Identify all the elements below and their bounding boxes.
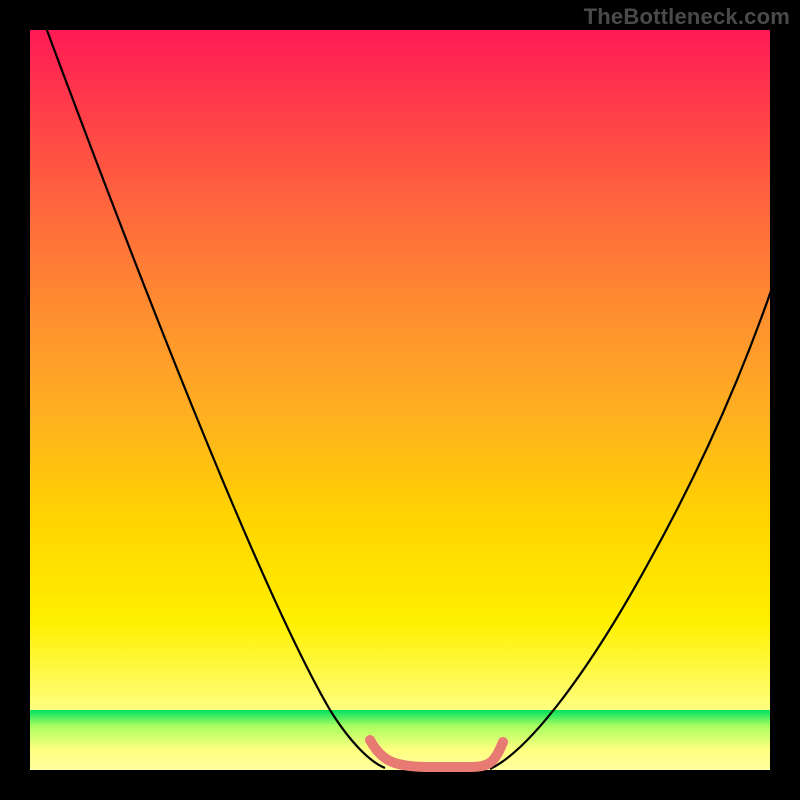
chart-frame: TheBottleneck.com [0, 0, 800, 800]
right-curve [490, 288, 772, 769]
curve-layer [30, 30, 770, 770]
watermark-text: TheBottleneck.com [584, 4, 790, 30]
trough-highlight [370, 740, 503, 767]
left-curve [45, 25, 385, 768]
plot-area [30, 30, 770, 770]
